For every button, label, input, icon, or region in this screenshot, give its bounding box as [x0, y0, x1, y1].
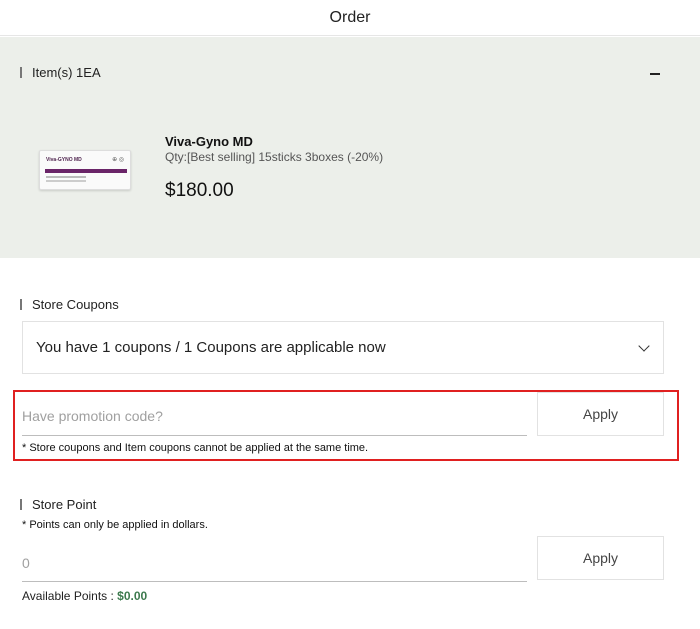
chevron-down-icon — [638, 340, 650, 352]
thumbnail-lines — [46, 176, 86, 178]
points-heading: Store Point — [20, 497, 96, 512]
product-qty: Qty:[Best selling] 15sticks 3boxes (-20%… — [165, 150, 384, 164]
product-thumbnail: Viva-GYNO MD ⊕ ◎ — [39, 150, 131, 190]
section-bar — [20, 499, 22, 510]
minus-icon[interactable] — [645, 63, 665, 83]
thumbnail-logo: ⊕ ◎ — [112, 157, 124, 163]
available-points-label: Available Points : — [22, 589, 118, 603]
available-points-value: $0.00 — [117, 589, 148, 603]
coupons-heading: Store Coupons — [20, 297, 119, 312]
points-heading-label: Store Point — [32, 497, 97, 512]
coupon-select[interactable]: You have 1 coupons / 1 Coupons are appli… — [22, 321, 664, 374]
page-title: Order — [329, 8, 371, 26]
product-name[interactable]: Viva-Gyno MD — [165, 134, 253, 149]
points-note: * Points can only be applied in dollars. — [22, 519, 208, 531]
apply-points-button[interactable]: Apply — [537, 536, 664, 580]
points-input[interactable] — [22, 544, 527, 582]
section-bar — [20, 299, 22, 310]
product-price: $180.00 — [165, 180, 234, 201]
items-heading-label: Item(s) 1EA — [32, 65, 101, 80]
items-heading: Item(s) 1EA — [20, 65, 101, 80]
items-panel: Item(s) 1EA Viva-GYNO MD ⊕ ◎ Viva-Gyno M… — [0, 37, 700, 258]
page-header: Order — [0, 0, 700, 36]
apply-promo-button[interactable]: Apply — [537, 392, 664, 436]
section-bar — [20, 67, 22, 78]
thumbnail-stripe — [45, 169, 127, 173]
coupon-note: * Store coupons and Item coupons cannot … — [22, 442, 369, 454]
available-points: Available Points : $0.00 — [22, 589, 147, 603]
promo-code-input[interactable] — [22, 396, 527, 436]
coupons-heading-label: Store Coupons — [32, 297, 119, 312]
thumbnail-brand: Viva-GYNO MD — [46, 157, 82, 163]
coupon-select-value: You have 1 coupons / 1 Coupons are appli… — [36, 339, 386, 356]
